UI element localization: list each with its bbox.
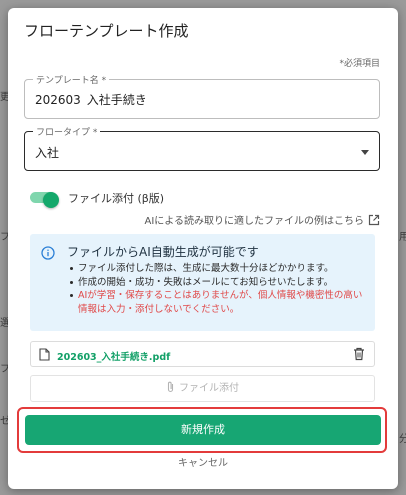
info-icon — [41, 246, 55, 260]
info-item: ファイル添付した際は、生成に最大数十分ほどかかります。 — [70, 262, 368, 276]
info-list: ファイル添付した際は、生成に最大数十分ほどかかります。 作成の開始・成功・失敗は… — [70, 262, 368, 316]
create-button[interactable]: 新規作成 — [25, 415, 381, 445]
template-name-field[interactable]: テンプレート名 * — [24, 73, 380, 119]
create-flow-template-dialog: フローテンプレート作成 *必須項目 テンプレート名 * フロータイプ * 入社 … — [8, 8, 398, 489]
attached-file-row: 202603_入社手続き.pdf — [30, 341, 375, 367]
ai-info-box: ファイルからAI自動生成が可能です ファイル添付した際は、生成に最大数十分ほどか… — [30, 234, 375, 331]
required-note: *必須項目 — [339, 59, 380, 69]
dropdown-caret-icon — [361, 150, 369, 155]
paperclip-icon — [167, 381, 174, 393]
background-text: 分 — [399, 434, 406, 445]
file-example-link[interactable]: AIによる読み取りに適したファイルの例はこちら — [145, 212, 381, 227]
attach-file-button[interactable]: ファイル添付 — [30, 375, 375, 402]
info-item: 作成の開始・成功・失敗はメールにてお知らせいたします。 — [70, 276, 368, 290]
template-name-label: テンプレート名 * — [33, 73, 110, 86]
toggle-knob — [43, 192, 59, 208]
flow-type-label: フロータイプ * — [33, 125, 101, 138]
background-text: 用 — [399, 232, 406, 243]
open-in-new-icon — [368, 214, 380, 226]
info-title: ファイルからAI自動生成が可能です — [67, 245, 259, 259]
flow-type-select[interactable]: フロータイプ * 入社 — [24, 125, 380, 171]
info-warning: AIが学習・保存することはありませんが、個人情報や機密性の高い情報は入力・添付し… — [70, 289, 368, 316]
flow-type-value: 入社 — [35, 146, 60, 160]
cancel-button[interactable]: キャンセル — [8, 454, 398, 469]
file-attach-toggle[interactable] — [30, 192, 59, 208]
file-example-link-text: AIによる読み取りに適したファイルの例はこちら — [144, 216, 365, 227]
attached-file-name[interactable]: 202603_入社手続き.pdf — [57, 349, 170, 363]
dialog-title: フローテンプレート作成 — [24, 22, 189, 40]
delete-icon[interactable] — [353, 347, 365, 361]
template-name-input[interactable] — [35, 92, 335, 106]
attach-file-label: ファイル添付 — [179, 383, 239, 394]
file-icon — [39, 348, 50, 361]
file-attach-toggle-label: ファイル添付 (β版) — [68, 192, 165, 205]
